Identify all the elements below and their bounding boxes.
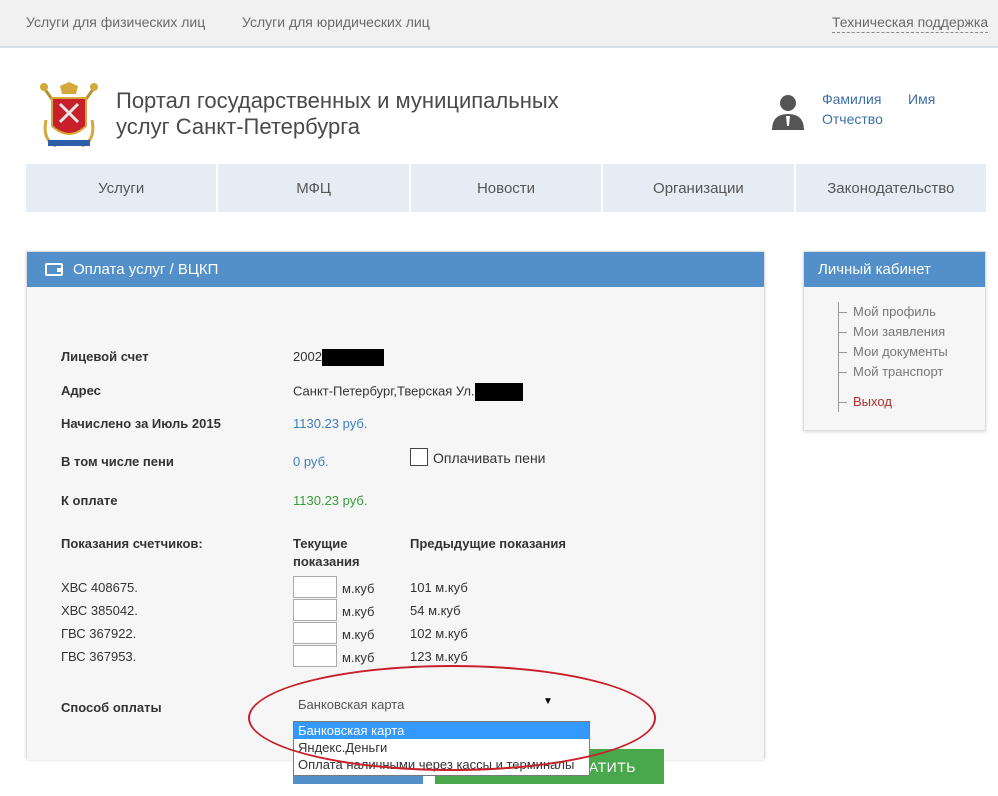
penalty-value: 0 руб. <box>293 454 329 469</box>
nav-item-services[interactable]: Услуги <box>26 164 219 212</box>
meter-reading-input[interactable] <box>293 645 337 667</box>
meter-unit: м.куб <box>342 627 375 642</box>
wallet-icon <box>45 263 63 276</box>
user-patronymic-link[interactable]: Отчество <box>822 111 883 127</box>
redaction-box <box>321 349 384 367</box>
meter-name: ХВС 408675. <box>61 580 138 595</box>
payment-panel-body: Лицевой счет 2002 Адрес Санкт-Петербург,… <box>27 287 764 784</box>
meter-reading-input[interactable] <box>293 622 337 644</box>
menu-item-transport[interactable]: Мой транспорт <box>839 362 948 382</box>
meter-name: ХВС 385042. <box>61 603 138 618</box>
payment-method-select[interactable]: Банковская карта <box>293 694 555 716</box>
nav-item-organizations[interactable]: Организации <box>603 164 796 212</box>
due-label: К оплате <box>61 493 118 508</box>
personal-account-title: Личный кабинет <box>804 252 985 287</box>
user-name-link[interactable]: Имя <box>908 91 935 107</box>
penalty-label: В том числе пени <box>61 454 174 469</box>
meter-unit: м.куб <box>342 604 375 619</box>
pay-penalty-label[interactable]: Оплачивать пени <box>433 450 546 466</box>
nav-item-legislation[interactable]: Законодательство <box>795 164 987 212</box>
payment-panel-header: Оплата услуг / ВЦКП <box>27 252 764 287</box>
personal-account-menu: Мой профиль Мои заявления Мои документы … <box>838 302 948 412</box>
menu-item-documents[interactable]: Мои документы <box>839 342 948 362</box>
meter-previous-reading: 102 м.куб <box>410 626 468 641</box>
meter-previous-reading: 101 м.куб <box>410 580 468 595</box>
coat-of-arms-logo[interactable] <box>38 80 100 152</box>
address-value: Санкт-Петербург,Тверская Ул. <box>293 383 523 401</box>
menu-item-applications[interactable]: Мои заявления <box>839 322 948 342</box>
top-bar: Услуги для физических лиц Услуги для юри… <box>0 0 998 48</box>
address-text: Санкт-Петербург,Тверская Ул. <box>293 383 475 399</box>
meter-unit: м.куб <box>342 581 375 596</box>
current-readings-header: Текущие показания <box>293 536 360 569</box>
due-value: 1130.23 руб. <box>293 493 368 508</box>
payment-option[interactable]: Банковская карта <box>294 722 589 739</box>
meter-previous-reading: 123 м.куб <box>410 649 468 664</box>
payment-method-label: Способ оплаты <box>61 700 162 715</box>
individuals-link[interactable]: Услуги для физических лиц <box>26 14 205 30</box>
user-surname-link[interactable]: Фамилия <box>822 91 881 107</box>
portal-title: Портал государственных и муниципальных у… <box>116 88 559 139</box>
payment-panel: Оплата услуг / ВЦКП Лицевой счет 2002 Ад… <box>26 251 765 784</box>
payment-method-dropdown: Банковская карта Яндекс.Деньги Оплата на… <box>293 721 590 776</box>
meter-previous-reading: 54 м.куб <box>410 603 461 618</box>
menu-item-profile[interactable]: Мой профиль <box>839 302 948 322</box>
personal-account-panel: Личный кабинет Мой профиль Мои заявления… <box>803 251 986 431</box>
account-number: 2002 <box>293 349 322 364</box>
payment-panel-title: Оплата услуг / ВЦКП <box>73 261 219 278</box>
address-label: Адрес <box>61 383 101 398</box>
meter-name: ГВС 367953. <box>61 649 137 664</box>
previous-readings-header: Предыдущие показания <box>410 536 566 551</box>
nav-item-mfc[interactable]: МФЦ <box>218 164 411 212</box>
logout-link[interactable]: Выход <box>839 392 948 412</box>
pay-penalty-checkbox[interactable] <box>410 448 428 466</box>
meters-label: Показания счетчиков: <box>61 536 203 551</box>
charged-value: 1130.23 руб. <box>293 416 368 431</box>
meter-unit: м.куб <box>342 650 375 665</box>
meter-reading-input[interactable] <box>293 576 337 598</box>
meter-reading-input[interactable] <box>293 599 337 621</box>
meter-name: ГВС 367922. <box>61 626 137 641</box>
payment-option[interactable]: Яндекс.Деньги <box>294 739 589 756</box>
legal-entities-link[interactable]: Услуги для юридических лиц <box>242 14 430 30</box>
user-avatar-icon[interactable] <box>770 92 806 130</box>
tech-support-link[interactable]: Техническая поддержка <box>832 14 989 33</box>
payment-option[interactable]: Оплата наличными через кассы и терминалы <box>294 756 589 773</box>
redaction-box <box>474 383 523 401</box>
nav-item-news[interactable]: Новости <box>410 164 604 212</box>
account-label: Лицевой счет <box>61 349 149 364</box>
account-value: 2002 <box>293 349 384 367</box>
main-nav: Услуги МФЦ Новости Организации Законодат… <box>26 164 987 212</box>
chevron-down-icon[interactable]: ▼ <box>543 696 553 707</box>
charged-label: Начислено за Июль 2015 <box>61 416 221 431</box>
